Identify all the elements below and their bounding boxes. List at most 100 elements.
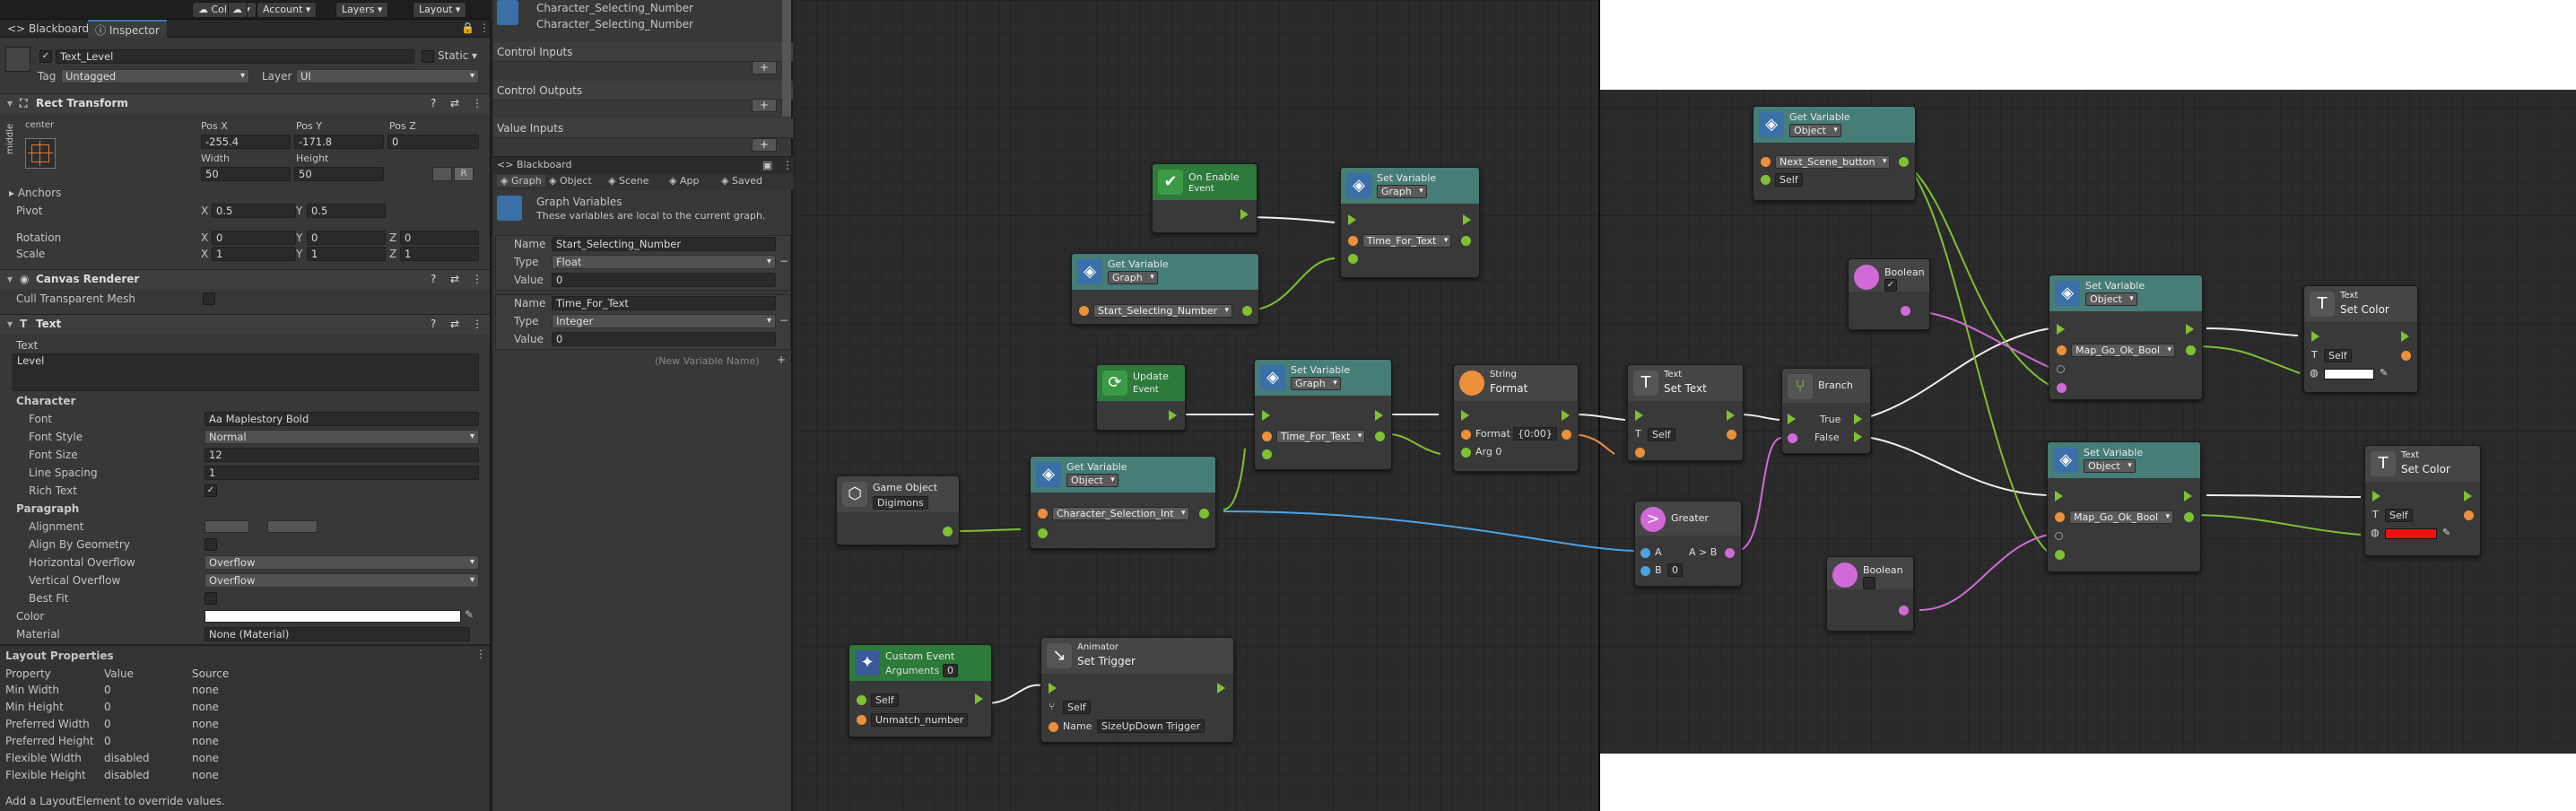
node-get-variable-1[interactable]: ◈ Get VariableGraph Start_Selecting_Numbe…	[1071, 253, 1259, 325]
target-input[interactable]: Self	[2324, 349, 2352, 362]
flow-in-port[interactable]	[1788, 414, 1796, 424]
target-out-port[interactable]	[1727, 430, 1736, 440]
value-in-port[interactable]	[2057, 383, 2067, 393]
value-out-port[interactable]	[1375, 432, 1385, 441]
flow-in-port[interactable]	[1049, 683, 1057, 693]
scope-dropdown[interactable]: Object	[1789, 124, 1841, 137]
value-out-port[interactable]	[2184, 512, 2194, 522]
flow-in-port[interactable]	[1461, 410, 1469, 421]
scope-dropdown[interactable]: Graph	[1291, 377, 1341, 390]
node-get-variable-3[interactable]: ◈ Get VariableObject Next_Scene_button Se…	[1753, 106, 1916, 201]
true-out-port[interactable]	[1854, 414, 1862, 424]
name-port[interactable]	[857, 715, 866, 725]
target-port[interactable]	[1038, 528, 1048, 538]
value-out-port[interactable]	[1242, 306, 1252, 316]
scope-dropdown[interactable]: Object	[1066, 474, 1118, 487]
color-swatch[interactable]	[2385, 528, 2437, 539]
node-custom-event[interactable]: ✦ Custom Event Arguments 0 Self Unmatch_num…	[849, 644, 992, 737]
a-port[interactable]	[1640, 548, 1650, 558]
variable-dropdown[interactable]: Character_Selection_Int	[1052, 507, 1189, 520]
node-set-variable-2[interactable]: ◈ Set VariableGraph Time_For_Text	[1254, 359, 1392, 470]
variable-dropdown[interactable]: Time_For_Text	[1276, 430, 1366, 443]
node-text-set-text[interactable]: T Text Set Text T Self	[1627, 364, 1744, 461]
flow-out-port[interactable]	[1727, 410, 1735, 421]
flow-out-port[interactable]	[1169, 410, 1177, 421]
scope-dropdown[interactable]: Graph	[1108, 271, 1158, 284]
target-port[interactable]	[2055, 532, 2063, 540]
b-input[interactable]: 0	[1667, 563, 1683, 577]
variable-dropdown[interactable]: Map_Go_Ok_Bool	[2071, 344, 2176, 357]
name-port[interactable]	[1079, 306, 1089, 316]
flow-out-port[interactable]	[2184, 491, 2192, 501]
format-port[interactable]	[1461, 430, 1471, 440]
target-out-port[interactable]	[2401, 351, 2411, 361]
target-input[interactable]: Self	[2385, 509, 2413, 522]
target-input[interactable]: Self	[1648, 428, 1675, 441]
node-set-variable-1[interactable]: ◈ Set VariableGraph Time_For_Text	[1340, 167, 1480, 278]
gameobject-input[interactable]: Digimons	[873, 496, 928, 510]
flow-out-port[interactable]	[1375, 410, 1383, 421]
value-out-port[interactable]	[1199, 509, 1209, 519]
boolean-checkbox[interactable]	[1863, 577, 1875, 589]
name-port[interactable]	[2057, 345, 2067, 355]
value-out-port[interactable]	[1901, 306, 1910, 316]
node-animator-set-trigger[interactable]: ↘ Animator Set Trigger ⑂ Self Name SizeUpD…	[1040, 637, 1234, 743]
scope-dropdown[interactable]: Object	[2084, 459, 2136, 473]
node-boolean-1[interactable]: Boolean ✓	[1848, 258, 1930, 330]
flow-out-port[interactable]	[975, 693, 983, 704]
target-input[interactable]: Self	[1063, 701, 1091, 714]
flow-in-port[interactable]	[2311, 331, 2319, 342]
node-set-variable-3[interactable]: ◈ Set VariableObject Map_Go_Ok_Bool	[2049, 275, 2203, 400]
result-out-port[interactable]	[1562, 430, 1571, 440]
condition-port[interactable]	[1788, 433, 1797, 443]
target-port[interactable]	[2057, 365, 2065, 373]
node-on-enable[interactable]: ✔ On Enable Event	[1152, 163, 1258, 233]
value-in-port[interactable]	[2055, 550, 2065, 560]
scope-dropdown[interactable]: Object	[2085, 292, 2137, 306]
flow-in-port[interactable]	[1262, 410, 1270, 421]
flow-in-port[interactable]	[1635, 410, 1643, 421]
scope-dropdown[interactable]: Graph	[1377, 185, 1427, 198]
variable-dropdown[interactable]: Time_For_Text	[1362, 234, 1452, 248]
target-port[interactable]	[857, 695, 866, 705]
name-port[interactable]	[2055, 512, 2065, 522]
eyedropper-icon[interactable]: ✎	[2380, 367, 2388, 379]
node-string-format[interactable]: String Format Format {0:00} Arg 0	[1453, 364, 1579, 472]
node-set-variable-4[interactable]: ◈ Set VariableObject Map_Go_Ok_Bool	[2047, 441, 2201, 572]
value-in-port[interactable]	[1635, 448, 1645, 458]
b-port[interactable]	[1640, 566, 1650, 576]
node-boolean-2[interactable]: Boolean	[1826, 556, 1914, 632]
value-out-port[interactable]	[1461, 236, 1471, 246]
node-text-set-color-2[interactable]: T Text Set Color T Self ◍ ✎	[2364, 445, 2481, 556]
node-greater[interactable]: > Greater A A > B B 0	[1634, 501, 1742, 587]
node-update[interactable]: ⟳ Update Event	[1096, 364, 1186, 431]
flow-out-port[interactable]	[1217, 683, 1225, 693]
arguments-input[interactable]: 0	[943, 664, 958, 677]
eyedropper-icon[interactable]: ✎	[2442, 527, 2450, 538]
flow-out-port[interactable]	[1463, 214, 1471, 225]
name-port[interactable]	[1262, 432, 1272, 441]
target-port[interactable]	[1761, 175, 1771, 185]
color-swatch[interactable]	[2324, 369, 2374, 379]
value-out-port[interactable]	[2186, 345, 2196, 355]
event-name-input[interactable]: Unmatch_number	[871, 713, 969, 727]
name-port[interactable]	[1348, 236, 1358, 246]
node-game-object[interactable]: ⬡ Game Object Digimons	[836, 475, 960, 545]
value-out-port[interactable]	[943, 527, 953, 536]
flow-out-port[interactable]	[1562, 410, 1570, 421]
result-out-port[interactable]	[1725, 548, 1735, 558]
variable-dropdown[interactable]: Start_Selecting_Number	[1093, 304, 1233, 318]
boolean-checkbox[interactable]: ✓	[1884, 279, 1897, 292]
value-in-port[interactable]	[1348, 254, 1358, 264]
value-out-port[interactable]	[1899, 606, 1909, 615]
value-in-port[interactable]	[1262, 449, 1272, 459]
name-port[interactable]	[1761, 157, 1771, 167]
flow-in-port[interactable]	[2057, 324, 2065, 335]
variable-dropdown[interactable]: Next_Scene_button	[1775, 155, 1891, 169]
trigger-name-input[interactable]: SizeUpDown Trigger	[1097, 719, 1205, 733]
false-out-port[interactable]	[1854, 432, 1862, 442]
flow-out-port[interactable]	[2186, 324, 2194, 335]
name-port[interactable]	[1038, 509, 1048, 519]
flow-out-port[interactable]	[1240, 209, 1249, 220]
target-out-port[interactable]	[2464, 510, 2474, 520]
